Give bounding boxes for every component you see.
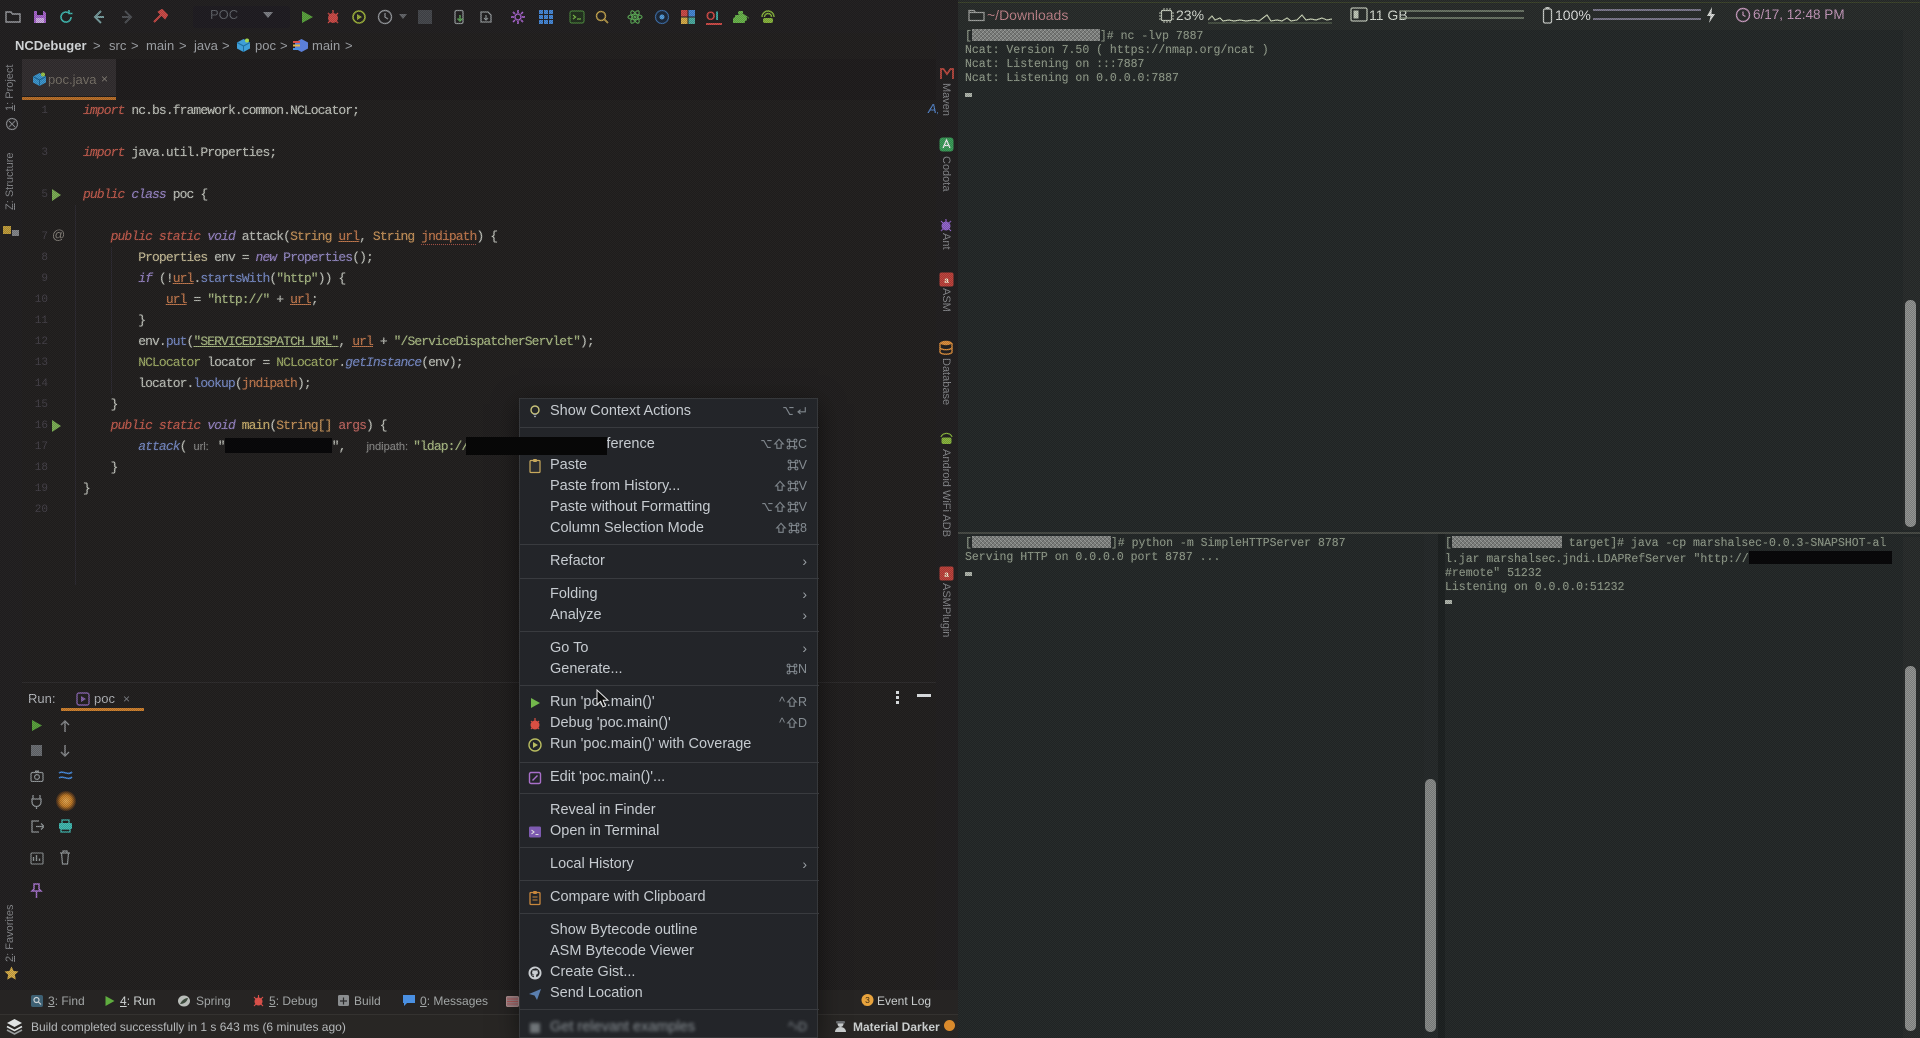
svg-text:3: 3 (865, 995, 870, 1005)
svg-text:a: a (944, 276, 949, 285)
svg-text:a: a (944, 570, 949, 579)
